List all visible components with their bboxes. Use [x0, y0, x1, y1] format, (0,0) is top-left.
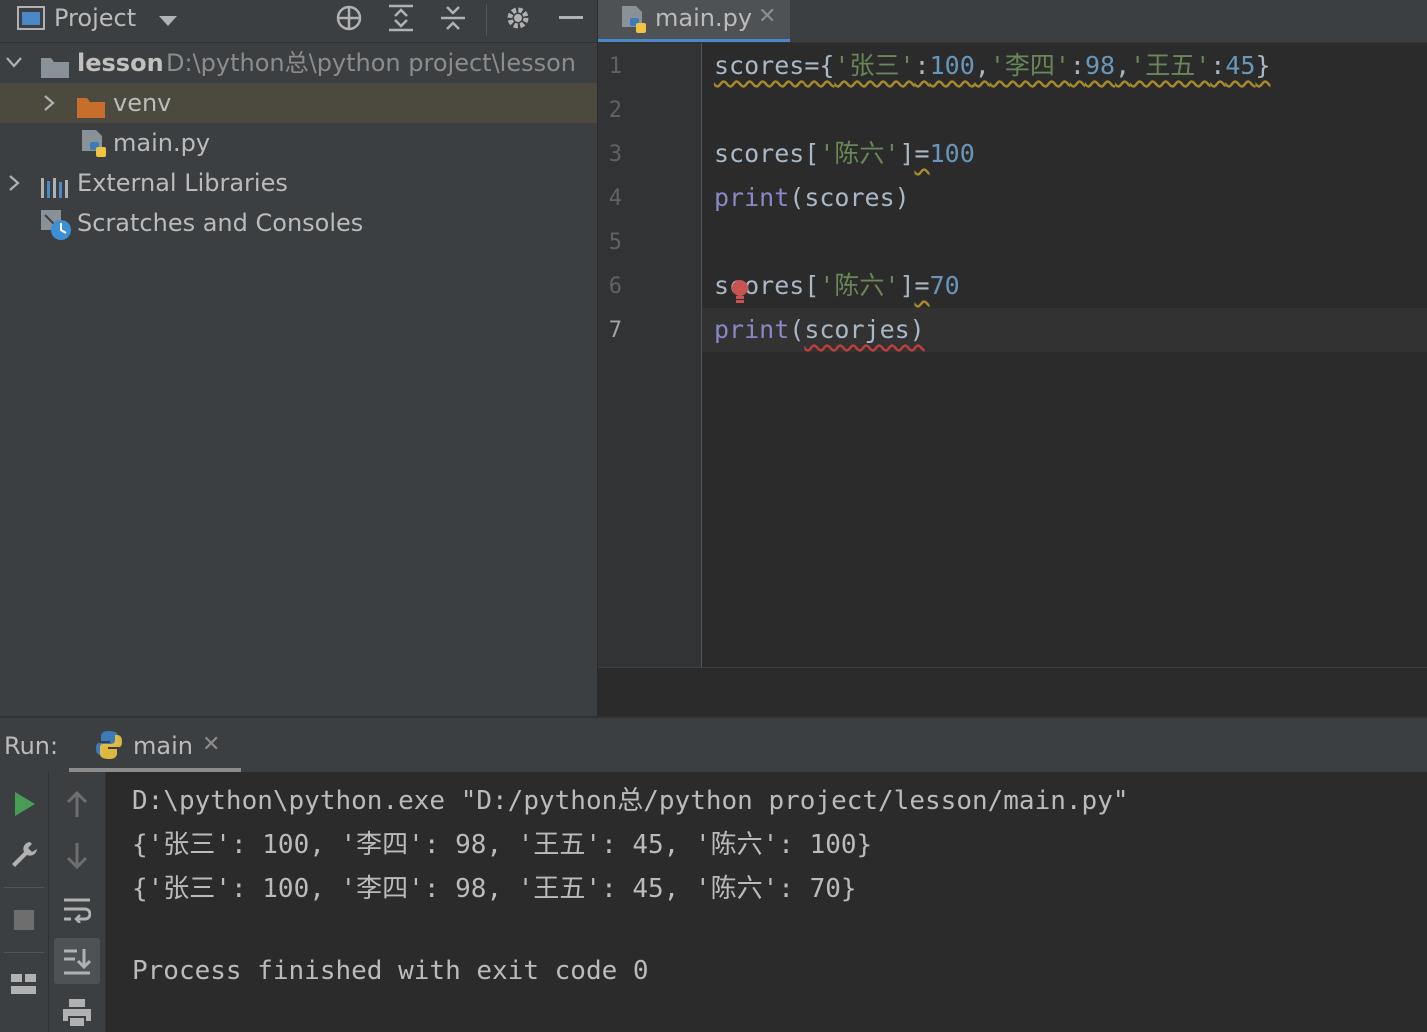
editor-tab-bar: main.py ✕	[598, 0, 1427, 43]
console-line-exit: Process finished with exit code 0	[132, 956, 649, 986]
line-number: 1	[608, 54, 622, 79]
tree-item-label: main.py	[113, 129, 211, 157]
scratches-icon	[40, 209, 72, 253]
soft-wrap-icon[interactable]	[57, 890, 97, 930]
collapse-all-icon[interactable]	[433, 0, 473, 36]
run-tab-label: main	[133, 732, 193, 760]
editor-gutter: 1 2 3 4 5 6 7	[598, 43, 702, 667]
line-number-current: 7	[608, 318, 622, 343]
run-toolbar-secondary	[49, 772, 106, 1032]
wrench-icon[interactable]	[4, 834, 44, 874]
console-line: {'张三': 100, '李四': 98, '王五': 45, '陈六': 10…	[132, 830, 873, 860]
code-editor[interactable]: scores={'张三':100,'李四':98,'王五':45} scores…	[702, 43, 1427, 667]
stop-icon[interactable]	[4, 900, 44, 940]
line-number: 3	[608, 142, 622, 167]
locate-icon[interactable]	[329, 0, 369, 36]
project-view-title[interactable]: Project	[54, 3, 136, 33]
tree-item-lesson[interactable]: lesson D:\python总\python project\lesson	[0, 43, 597, 83]
close-icon[interactable]: ✕	[758, 4, 776, 29]
console-line: {'张三': 100, '李四': 98, '王五': 45, '陈六': 70…	[132, 874, 857, 904]
tree-item-venv[interactable]: venv	[0, 83, 597, 123]
line-number: 4	[608, 186, 622, 211]
minimize-icon[interactable]	[551, 0, 591, 36]
code-line-4[interactable]: print(scores)	[714, 178, 910, 218]
toolbar-divider	[4, 952, 44, 953]
project-panel: Project lesson D:\python总\python project…	[0, 0, 597, 716]
code-line-1[interactable]: scores={'张三':100,'李四':98,'王五':45}	[714, 46, 1271, 86]
project-path: D:\python总\python project\lesson	[166, 49, 576, 77]
run-panel-header: Run: main ✕	[0, 718, 1427, 772]
code-line-3[interactable]: scores['陈六']=100	[714, 134, 975, 174]
project-view-icon	[17, 6, 45, 34]
tree-item-label: Scratches and Consoles	[77, 209, 364, 237]
tree-item-label: venv	[113, 89, 172, 117]
toolbar-divider	[4, 887, 44, 888]
code-line-7[interactable]: print(scorjes)	[714, 310, 925, 350]
code-line-6[interactable]: scores['陈六']=70	[714, 266, 960, 306]
tree-item-scratches[interactable]: Scratches and Consoles	[0, 203, 597, 243]
chevron-down-icon[interactable]	[158, 12, 178, 31]
editor-empty-area	[598, 667, 1427, 717]
close-icon[interactable]: ✕	[202, 732, 220, 757]
print-icon[interactable]	[57, 994, 97, 1032]
layout-icon[interactable]	[4, 964, 44, 1004]
tree-item-label: External Libraries	[77, 169, 288, 197]
rerun-icon[interactable]	[4, 784, 44, 824]
gear-icon[interactable]	[498, 0, 538, 36]
expand-all-icon[interactable]	[381, 0, 421, 36]
python-file-icon	[620, 5, 648, 39]
arrow-up-icon[interactable]	[57, 784, 97, 824]
run-toolbar-primary	[0, 772, 49, 1032]
run-label: Run:	[4, 732, 59, 760]
arrow-down-icon[interactable]	[57, 836, 97, 876]
run-panel: Run: main ✕ D:\python\python.exe "D:/pyt…	[0, 716, 1427, 1032]
tree-item-label: lesson	[77, 49, 164, 77]
tree-item-main-py[interactable]: main.py	[0, 123, 597, 163]
console-output[interactable]: D:\python\python.exe "D:/python总/python …	[106, 772, 1427, 1032]
python-icon	[95, 730, 123, 764]
run-tab-main[interactable]: main ✕	[69, 718, 241, 772]
line-number: 5	[608, 230, 622, 255]
editor-tab-label: main.py	[655, 4, 753, 32]
toolbar-divider	[486, 4, 487, 36]
line-number: 6	[608, 274, 622, 299]
error-bulb-icon[interactable]	[730, 279, 750, 309]
line-number: 2	[608, 98, 622, 123]
console-line: D:\python\python.exe "D:/python总/python …	[132, 786, 1129, 816]
scroll-to-end-icon[interactable]	[54, 938, 100, 984]
editor-tab-main-py[interactable]: main.py ✕	[598, 0, 790, 42]
tree-item-external-libraries[interactable]: External Libraries	[0, 163, 597, 203]
project-panel-header: Project	[0, 0, 597, 43]
